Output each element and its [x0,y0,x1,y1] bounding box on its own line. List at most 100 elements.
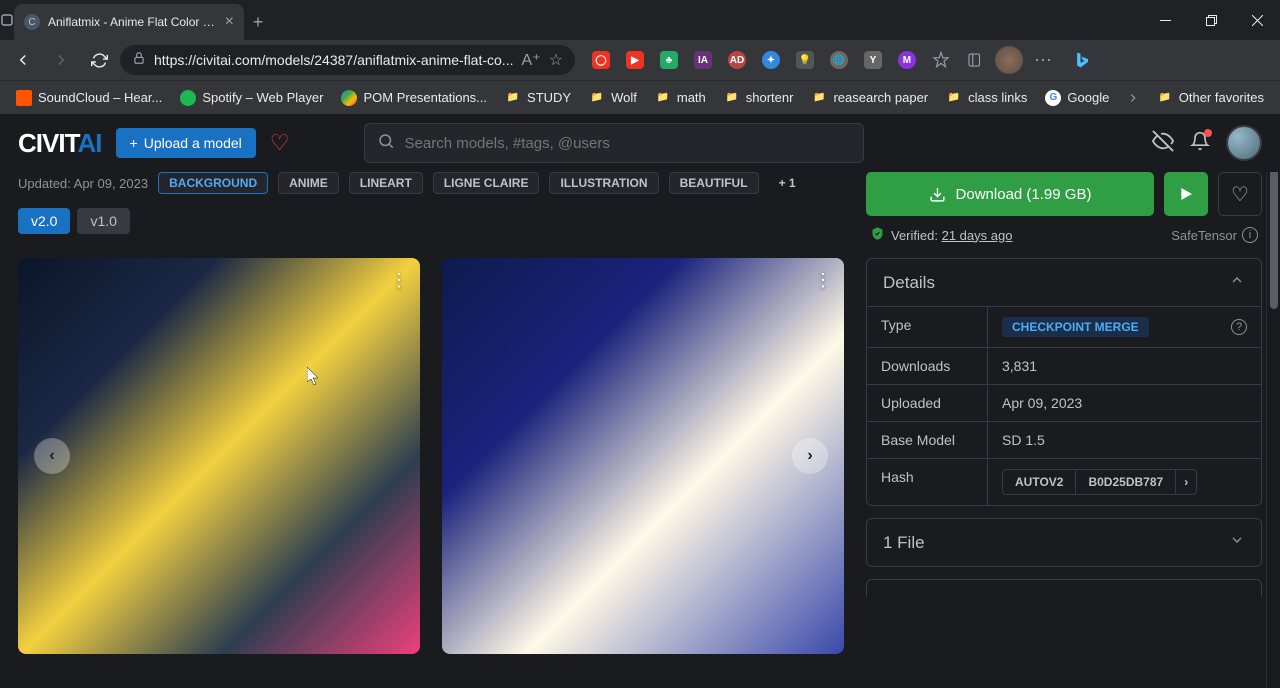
favorites-heart-button[interactable]: ♡ [270,130,290,156]
details-header[interactable]: Details [867,259,1261,306]
search-box[interactable] [364,123,864,163]
more-tags-button[interactable]: + 1 [769,173,806,193]
uploaded-label: Uploaded [867,385,987,421]
user-avatar[interactable] [1226,125,1262,161]
tab-close-icon[interactable]: × [225,13,234,31]
window-controls [1142,0,1280,40]
tag-anime[interactable]: ANIME [278,172,339,194]
image-gallery: ⋮ ⋮ ‹ › [18,258,844,654]
row-basemodel: Base Model SD 1.5 [867,421,1261,458]
more-icon[interactable]: ⋯ [1027,44,1059,76]
url-bar[interactable]: https://civitai.com/models/24387/aniflat… [120,45,575,75]
row-type: Type CHECKPOINT MERGE ? [867,306,1261,347]
row-hash: Hash AUTOV2 B0D25DB787 › [867,458,1261,505]
basemodel-value: SD 1.5 [987,422,1261,458]
image-menu-icon[interactable]: ⋮ [390,270,408,291]
maximize-button[interactable] [1188,0,1234,40]
tab-actions-button[interactable] [0,0,14,40]
bookmark-research[interactable]: 📁reasearch paper [803,86,936,110]
info-icon[interactable]: i [1242,227,1258,243]
browser-tab[interactable]: C Aniflatmix - Anime Flat Color Sty × [14,4,244,40]
favorite-button[interactable]: ♡ [1218,172,1262,216]
ext-icon-8[interactable]: 🌐 [823,44,855,76]
bookmark-pom[interactable]: POM Presentations... [333,86,495,110]
details-title: Details [883,273,935,293]
basemodel-label: Base Model [867,422,987,458]
back-button[interactable] [6,43,40,77]
scrollbar[interactable] [1266,114,1280,688]
ext-icon-10[interactable]: M [891,44,923,76]
notification-dot [1204,129,1212,137]
chevron-up-icon [1229,272,1245,293]
tag-illustration[interactable]: ILLUSTRATION [549,172,658,194]
verified-date[interactable]: 21 days ago [942,228,1013,243]
downloads-label: Downloads [867,348,987,384]
bookmark-shortenr[interactable]: 📁shortenr [716,86,802,110]
tab-favicon: C [24,14,40,30]
read-aloud-icon[interactable]: A⁺ [521,50,540,70]
version-v2[interactable]: v2.0 [18,208,70,234]
hash-expand-icon[interactable]: › [1176,470,1196,494]
profile-button[interactable] [993,44,1025,76]
bookmark-soundcloud[interactable]: SoundCloud – Hear... [8,86,170,110]
refresh-button[interactable] [82,43,116,77]
tag-ligneclaire[interactable]: LIGNE CLAIRE [433,172,540,194]
bookmark-wolf[interactable]: 📁Wolf [581,86,645,110]
ext-icon-4[interactable]: IA [687,44,719,76]
verified-row: Verified: 21 days ago SafeTensor i [866,226,1262,244]
gallery-next-button[interactable]: › [792,438,828,474]
minimize-button[interactable] [1142,0,1188,40]
bookmark-classlinks[interactable]: 📁class links [938,86,1035,110]
action-row: Download (1.99 GB) ♡ [866,172,1262,216]
ext-icon-9[interactable]: Y [857,44,889,76]
tag-beautiful[interactable]: BEAUTIFUL [669,172,759,194]
bookmark-spotify[interactable]: Spotify – Web Player [172,86,331,110]
gallery-image-1[interactable]: ⋮ [18,258,420,654]
favorites-icon[interactable] [925,44,957,76]
search-input[interactable] [405,135,851,152]
shield-icon [870,226,885,244]
download-icon [929,186,946,203]
collections-icon[interactable] [959,44,991,76]
checkpoint-badge: CHECKPOINT MERGE [1002,317,1149,337]
lock-icon [132,51,146,70]
other-favorites[interactable]: 📁Other favorites [1149,86,1272,110]
gallery-prev-button[interactable]: ‹ [34,438,70,474]
tag-lineart[interactable]: LINEART [349,172,423,194]
run-button[interactable] [1164,172,1208,216]
gallery-image-2[interactable]: ⋮ [442,258,844,654]
files-header[interactable]: 1 File [867,519,1261,566]
info-icon[interactable]: ? [1231,319,1247,335]
bookmark-study[interactable]: 📁STUDY [497,86,579,110]
tag-background[interactable]: BACKGROUND [158,172,268,194]
bookmarks-overflow-icon[interactable] [1119,81,1146,115]
ext-icon-6[interactable]: ✦ [755,44,787,76]
image-menu-icon[interactable]: ⋮ [814,270,832,291]
civitai-logo[interactable]: CIVITAI [18,128,102,159]
hash-type[interactable]: AUTOV2 [1003,470,1076,494]
ext-icon-5[interactable]: AD [721,44,753,76]
download-button[interactable]: Download (1.99 GB) [866,172,1154,216]
ext-icon-3[interactable]: ♣ [653,44,685,76]
safetensor-label: SafeTensor i [1171,227,1258,243]
downloads-value: 3,831 [987,348,1261,384]
favorite-icon[interactable]: ☆ [549,50,563,70]
bookmarks-bar: SoundCloud – Hear... Spotify – Web Playe… [0,80,1280,114]
visibility-icon[interactable] [1152,130,1174,157]
notifications-icon[interactable] [1190,131,1210,156]
version-v1[interactable]: v1.0 [77,208,129,234]
ext-icon-2[interactable]: ▶ [619,44,651,76]
new-tab-button[interactable]: + [244,4,272,40]
page-content: CIVITAI + Upload a model ♡ Updated: Apr … [0,114,1280,688]
browser-titlebar: C Aniflatmix - Anime Flat Color Sty × + [0,0,1280,40]
next-panel-peek [866,579,1262,597]
close-window-button[interactable] [1234,0,1280,40]
bookmark-math[interactable]: 📁math [647,86,714,110]
hash-value[interactable]: B0D25DB787 [1076,470,1176,494]
bing-button[interactable] [1065,42,1101,78]
ext-icon-1[interactable]: ◯ [585,44,617,76]
upload-model-button[interactable]: + Upload a model [116,128,256,158]
bookmark-google[interactable]: GGoogle [1037,86,1117,110]
ext-icon-7[interactable]: 💡 [789,44,821,76]
forward-button[interactable] [44,43,78,77]
